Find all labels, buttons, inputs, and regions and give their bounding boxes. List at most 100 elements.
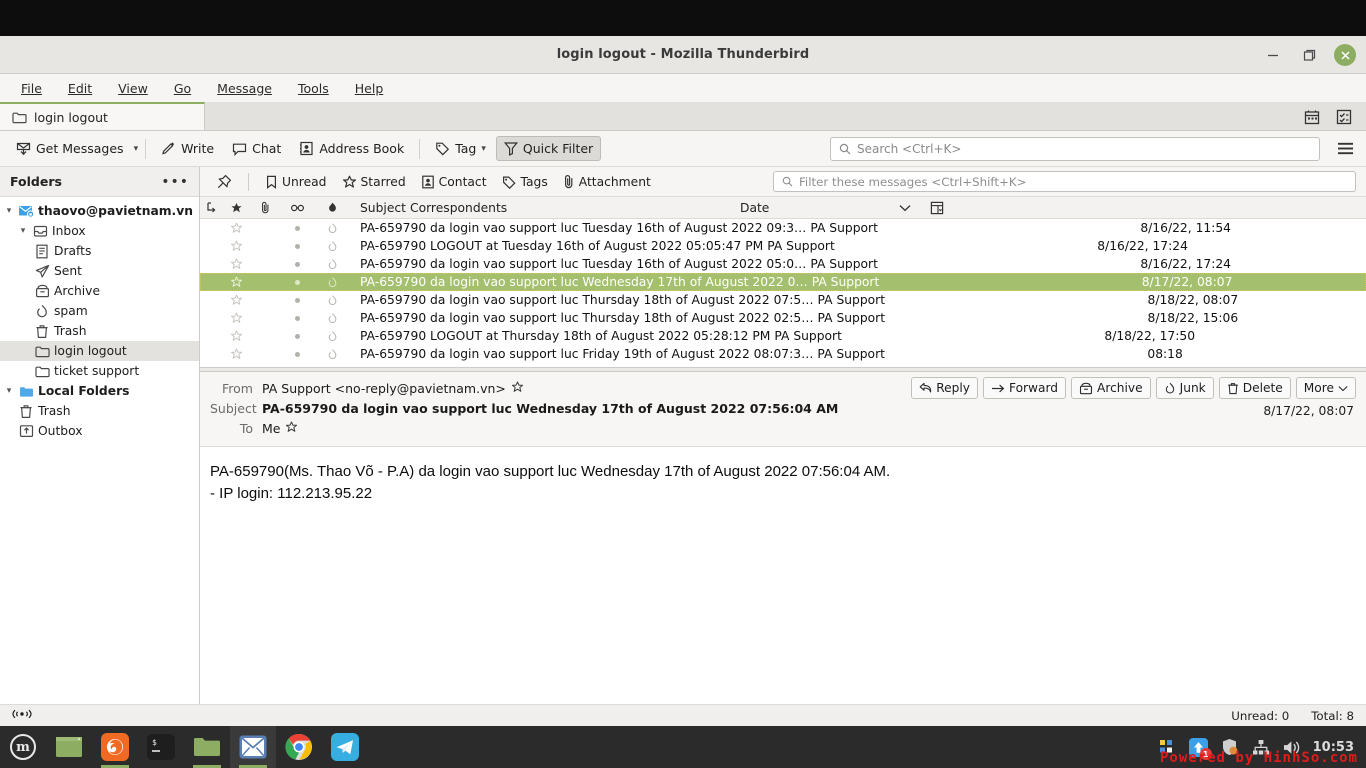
date-column-header[interactable]: Date — [736, 201, 886, 215]
delete-button[interactable]: Delete — [1218, 377, 1291, 399]
archive-button[interactable]: Archive — [1071, 377, 1151, 399]
menu-file[interactable]: File — [8, 78, 55, 99]
junk-column-icon[interactable] — [314, 201, 350, 214]
folder-item-local-folders[interactable]: ▾ Local Folders — [0, 381, 199, 401]
table-row[interactable]: PA-659790 LOGOUT at Tuesday 16th of Augu… — [200, 237, 1366, 255]
menu-message[interactable]: Message — [204, 78, 285, 99]
close-icon[interactable] — [1334, 44, 1356, 66]
subject-column-header[interactable]: Subject — [350, 201, 406, 215]
thunderbird-button[interactable] — [230, 726, 276, 768]
menu-edit[interactable]: Edit — [55, 78, 105, 99]
message-filter-input[interactable]: Filter these messages <Ctrl+Shift+K> — [773, 171, 1356, 192]
filter-starred-button[interactable]: Starred — [336, 172, 412, 192]
table-row[interactable]: PA-659790 da login vao support luc Tuesd… — [200, 219, 1366, 237]
minimize-icon[interactable] — [1262, 44, 1284, 66]
filter-contact-button[interactable]: Contact — [415, 172, 493, 192]
quick-filter-button[interactable]: Quick Filter — [495, 136, 602, 161]
read-toggle[interactable] — [280, 243, 314, 249]
tag-dropdown-icon[interactable]: ▾ — [481, 144, 486, 154]
address-book-button[interactable]: Address Book — [291, 136, 412, 161]
tasks-icon[interactable] — [1334, 107, 1354, 127]
search-input[interactable]: Search <Ctrl+K> — [830, 136, 1320, 161]
table-row[interactable]: PA-659790 LOGOUT at Thursday 18th of Aug… — [200, 327, 1366, 345]
show-desktop-button[interactable] — [46, 726, 92, 768]
folder-item-ticket-support[interactable]: ticket support — [0, 361, 199, 381]
filter-attachment-button[interactable]: Attachment — [557, 171, 657, 192]
read-toggle[interactable] — [280, 225, 314, 231]
tab-login-logout[interactable]: login logout — [0, 102, 205, 130]
folder-item-trash[interactable]: Trash — [0, 321, 199, 341]
star-toggle[interactable] — [222, 348, 250, 360]
read-toggle[interactable] — [280, 297, 314, 303]
star-toggle[interactable] — [222, 312, 250, 324]
menu-tools[interactable]: Tools — [285, 78, 342, 99]
read-toggle[interactable] — [280, 279, 314, 285]
star-toggle[interactable] — [222, 240, 250, 252]
table-row[interactable]: PA-659790 da login vao support luc Tuesd… — [200, 255, 1366, 273]
star-column-icon[interactable] — [222, 202, 250, 214]
folder-item-account[interactable]: ▾ thaovo@pavietnam.vn — [0, 201, 199, 221]
folder-item-archive[interactable]: Archive — [0, 281, 199, 301]
terminal-button[interactable]: $ — [138, 726, 184, 768]
folder-item-local-trash[interactable]: Trash — [0, 401, 199, 421]
folder-item-spam[interactable]: spam — [0, 301, 199, 321]
twisty-icon[interactable]: ▾ — [2, 386, 16, 396]
maximize-icon[interactable] — [1298, 44, 1320, 66]
chat-button[interactable]: Chat — [224, 136, 289, 161]
filter-tags-button[interactable]: Tags — [496, 172, 554, 192]
read-toggle[interactable] — [280, 261, 314, 267]
folder-item-login-logout[interactable]: login logout — [0, 341, 199, 361]
table-row-selected[interactable]: PA-659790 da login vao support luc Wedne… — [200, 273, 1366, 291]
add-contact-star-icon[interactable] — [285, 421, 298, 436]
app-menu-button[interactable] — [1332, 136, 1358, 162]
folder-item-inbox[interactable]: ▾ Inbox — [0, 221, 199, 241]
junk-toggle[interactable] — [314, 240, 350, 253]
tag-button[interactable]: Tag ▾ — [427, 136, 494, 161]
more-button[interactable]: More — [1295, 377, 1356, 399]
write-button[interactable]: Write — [153, 136, 222, 161]
firefox-button[interactable] — [92, 726, 138, 768]
sort-direction-icon[interactable] — [886, 204, 924, 212]
star-toggle[interactable] — [222, 330, 250, 342]
menu-help[interactable]: Help — [342, 78, 397, 99]
folder-item-outbox[interactable]: Outbox — [0, 421, 199, 441]
correspondents-column-header[interactable]: Correspondents — [406, 201, 736, 215]
telegram-button[interactable] — [322, 726, 368, 768]
calendar-icon[interactable] — [1302, 107, 1322, 127]
star-toggle[interactable] — [222, 222, 250, 234]
table-row[interactable]: PA-659790 da login vao support luc Thurs… — [200, 291, 1366, 309]
twisty-icon[interactable]: ▾ — [16, 226, 30, 236]
get-messages-dropdown-icon[interactable]: ▾ — [134, 144, 139, 154]
junk-toggle[interactable] — [314, 312, 350, 325]
get-messages-button[interactable]: Get Messages — [8, 136, 132, 161]
menu-go[interactable]: Go — [161, 78, 204, 99]
folder-item-sent[interactable]: Sent — [0, 261, 199, 281]
menu-view[interactable]: View — [105, 78, 161, 99]
junk-toggle[interactable] — [314, 276, 350, 289]
files-button[interactable] — [184, 726, 230, 768]
star-toggle[interactable] — [222, 258, 250, 270]
junk-toggle[interactable] — [314, 330, 350, 343]
read-column-icon[interactable] — [280, 204, 314, 212]
mint-menu-button[interactable]: m — [0, 726, 46, 768]
read-toggle[interactable] — [280, 351, 314, 357]
junk-toggle[interactable] — [314, 222, 350, 235]
filter-unread-button[interactable]: Unread — [259, 172, 333, 192]
forward-button[interactable]: Forward — [983, 377, 1067, 399]
folder-options-icon[interactable]: ••• — [161, 175, 189, 189]
junk-toggle[interactable] — [314, 348, 350, 361]
star-toggle[interactable] — [222, 276, 250, 288]
chrome-button[interactable] — [276, 726, 322, 768]
star-toggle[interactable] — [222, 294, 250, 306]
junk-toggle[interactable] — [314, 294, 350, 307]
attachment-column-icon[interactable] — [250, 201, 280, 214]
junk-button[interactable]: Junk — [1155, 377, 1214, 399]
thread-column-icon[interactable] — [200, 201, 222, 214]
read-toggle[interactable] — [280, 333, 314, 339]
twisty-icon[interactable]: ▾ — [2, 206, 16, 216]
add-contact-star-icon[interactable] — [511, 381, 524, 396]
pin-filter-icon[interactable] — [210, 171, 238, 193]
folder-item-drafts[interactable]: Drafts — [0, 241, 199, 261]
table-row[interactable]: PA-659790 da login vao support luc Frida… — [200, 345, 1366, 363]
table-row[interactable]: PA-659790 da login vao support luc Thurs… — [200, 309, 1366, 327]
